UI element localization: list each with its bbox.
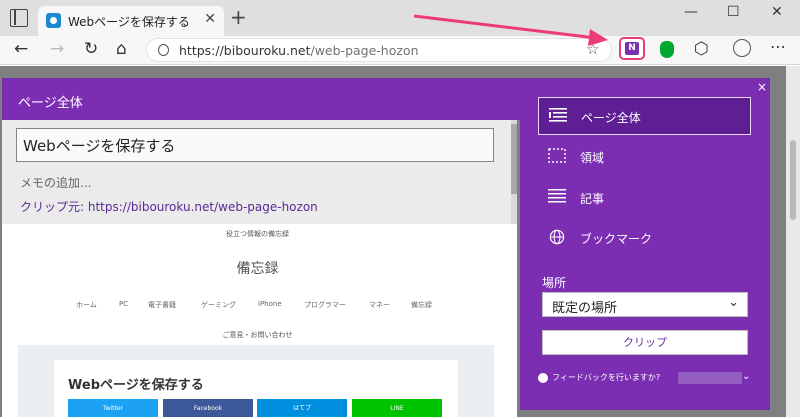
preview-nav-item: 備忘録 — [411, 301, 432, 309]
option-article[interactable]: 記事 — [538, 179, 751, 217]
option-label: ページ全体 — [581, 111, 641, 125]
location-select[interactable]: 既定の場所 ⌄ — [542, 292, 748, 317]
preview-nav-item: iPhone — [258, 300, 282, 308]
add-favorite-icon[interactable]: ☆ — [586, 40, 599, 58]
address-toolbar: ← → ↻ ⌂ https://bibouroku.net/web-page-h… — [0, 36, 800, 65]
close-panel-icon[interactable]: × — [757, 80, 767, 94]
clip-source-link[interactable]: クリップ元: https://bibouroku.net/web-page-ho… — [20, 198, 318, 215]
full-page-icon — [549, 108, 567, 122]
clip-preview-header: ページ全体 — [2, 78, 521, 120]
clip-button[interactable]: クリップ — [542, 330, 748, 355]
reload-button[interactable]: ↻ — [84, 39, 98, 59]
forward-button[interactable]: → — [50, 39, 64, 59]
globe-icon — [549, 229, 565, 245]
close-window-button[interactable]: ✕ — [771, 4, 783, 20]
minimize-button[interactable]: — — [684, 4, 698, 20]
title-bar: Webページを保存する ✕ + — ☐ ✕ — [0, 0, 800, 36]
profile-avatar[interactable] — [733, 39, 751, 57]
option-label: ブックマーク — [580, 232, 653, 246]
site-favicon-icon — [46, 13, 61, 28]
site-info-icon[interactable] — [158, 44, 169, 56]
share-button-line: LINE — [352, 399, 442, 417]
preview-nav-item: PC — [119, 300, 129, 308]
share-button-twitter: Twitter — [68, 399, 158, 417]
option-full-page[interactable]: ページ全体 — [538, 97, 751, 135]
option-label: 記事 — [580, 192, 605, 206]
smiley-icon[interactable] — [538, 373, 548, 383]
page-scrollbar-thumb[interactable] — [790, 140, 796, 220]
clip-mode-title: ページ全体 — [18, 96, 83, 111]
more-menu-button[interactable]: ⋯ — [770, 37, 786, 56]
page-scrollbar[interactable] — [786, 66, 800, 417]
address-bar[interactable]: https://bibouroku.net/web-page-hozon — [146, 38, 612, 62]
home-button[interactable]: ⌂ — [116, 39, 127, 59]
preview-nav-item: ゲーミング — [201, 301, 236, 309]
tab-actions-icon[interactable] — [10, 9, 28, 27]
back-button[interactable]: ← — [14, 39, 28, 59]
article-icon — [548, 189, 566, 203]
preview-nav-item: ホーム — [76, 301, 97, 309]
chevron-down-icon: ⌄ — [728, 295, 739, 310]
tab-close-icon[interactable]: ✕ — [204, 11, 216, 27]
option-bookmark[interactable]: ブックマーク — [538, 219, 751, 257]
account-chevron-icon[interactable]: ⌄ — [742, 371, 750, 382]
user-account-blurred[interactable] — [678, 372, 742, 384]
new-tab-button[interactable]: + — [230, 7, 247, 27]
preview-contact: ご意見・お問い合わせ — [222, 331, 293, 339]
onenote-icon: N — [625, 42, 639, 55]
location-label: 場所 — [542, 276, 567, 290]
evernote-icon[interactable] — [660, 41, 674, 58]
preview-nav-item: 電子書籍 — [148, 301, 176, 309]
browser-tab[interactable]: Webページを保存する ✕ — [38, 6, 224, 36]
location-value: 既定の場所 — [552, 301, 618, 316]
share-button-hatebu: はてブ — [257, 399, 347, 417]
share-button-facebook: Facebook — [163, 399, 253, 417]
option-label: 領域 — [580, 151, 605, 165]
preview-site-title: 備忘録 — [236, 261, 279, 277]
extensions-icon[interactable]: ⬡ — [694, 39, 709, 59]
option-region[interactable]: 領域 — [538, 138, 751, 176]
tab-title: Webページを保存する — [68, 15, 190, 29]
clip-title-input[interactable] — [16, 128, 494, 162]
preview-nav-item: マネー — [369, 301, 390, 309]
feedback-link[interactable]: フィードバックを行いますか? — [552, 372, 660, 383]
add-note-field[interactable]: メモの追加... — [20, 174, 91, 191]
url-text[interactable]: https://bibouroku.net/web-page-hozon — [179, 43, 419, 58]
maximize-button[interactable]: ☐ — [727, 4, 740, 20]
preview-article-title: Webページを保存する — [68, 378, 204, 393]
preview-scrollbar-thumb[interactable] — [511, 124, 517, 194]
preview-nav-item: プログラマー — [304, 301, 346, 309]
onenote-clipper-button[interactable]: N — [619, 37, 645, 60]
preview-tagline: 役立つ情報の備忘録 — [226, 230, 289, 238]
region-icon — [548, 148, 566, 163]
